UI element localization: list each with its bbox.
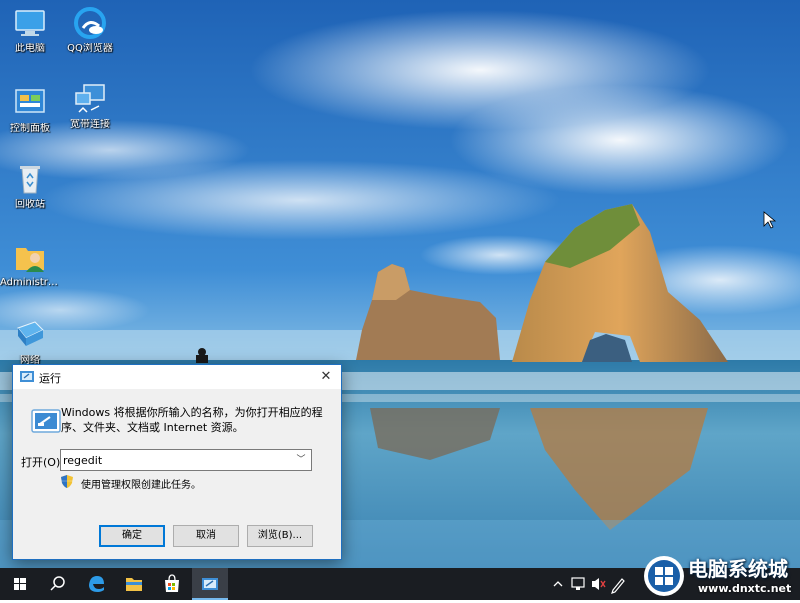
computer-icon — [13, 6, 47, 40]
run-app-icon — [31, 409, 61, 433]
desktop-icon-qq-browser[interactable]: QQ浏览器 — [60, 6, 120, 55]
chevron-down-icon[interactable]: ﹀ — [293, 450, 309, 470]
edge-icon — [89, 576, 104, 592]
run-dialog: 运行 ✕ Windows 将根据你所输入的名称，为你打开相应的程序、文件夹、文档… — [12, 364, 342, 560]
qq-browser-icon — [73, 6, 107, 40]
network-tray-button[interactable] — [568, 568, 588, 600]
desktop-icon-administrator[interactable]: Administra... — [0, 240, 60, 289]
open-input[interactable] — [63, 451, 289, 469]
browse-button[interactable]: 浏览(B)... — [247, 525, 313, 547]
volume-tray-button[interactable] — [588, 568, 608, 600]
desktop-icon-label: QQ浏览器 — [67, 43, 113, 54]
run-dialog-titlebar[interactable]: 运行 ✕ — [13, 365, 341, 389]
close-icon: ✕ — [320, 369, 332, 384]
run-app-icon — [20, 371, 34, 382]
network-tray-icon — [571, 577, 585, 590]
watermark-text: 电脑系统城 — [688, 557, 788, 581]
search-icon — [50, 576, 65, 591]
desktop-icon-broadband[interactable]: 宽带连接 — [60, 82, 120, 131]
store-icon — [165, 574, 179, 592]
admin-note: 使用管理权限创建此任务。 — [81, 480, 201, 491]
file-explorer-button[interactable] — [116, 568, 152, 600]
start-button[interactable] — [2, 568, 38, 600]
run-app-icon — [202, 578, 218, 590]
store-button[interactable] — [154, 568, 190, 600]
desktop-icon-control-panel[interactable]: 控制面板 — [0, 86, 60, 135]
pen-tray-button[interactable] — [608, 568, 628, 600]
desktop-icon-label: 此电脑 — [15, 43, 45, 54]
pen-icon — [611, 578, 625, 594]
desktop-icon-label: 宽带连接 — [70, 119, 110, 130]
control-panel-icon — [13, 86, 47, 120]
desktop-icon-label: Administra... — [0, 277, 60, 288]
desktop-icon-label: 控制面板 — [10, 123, 50, 134]
watermark-url: www.dnxtc.net — [698, 582, 792, 595]
desktop-icon-label: 回收站 — [15, 199, 45, 210]
start-icon — [14, 578, 26, 590]
file-explorer-icon — [126, 578, 142, 591]
show-hidden-icons-button[interactable] — [548, 568, 568, 600]
desktop-icon-network[interactable]: 网络 — [0, 318, 60, 367]
run-taskbar-button[interactable] — [192, 568, 228, 600]
chevron-up-icon — [553, 581, 563, 587]
search-button[interactable] — [40, 568, 76, 600]
open-combobox[interactable]: ﹀ — [60, 449, 312, 471]
network-icon — [13, 318, 47, 352]
uac-shield-icon — [61, 475, 73, 488]
run-dialog-title: 运行 — [39, 372, 61, 385]
desktop-icon-this-pc[interactable]: 此电脑 — [0, 6, 60, 55]
open-label: 打开(O): — [21, 456, 64, 469]
recycle-bin-icon — [13, 162, 47, 196]
ok-button[interactable]: 确定 — [99, 525, 165, 547]
volume-muted-icon — [592, 578, 606, 590]
desktop-icon-recycle-bin[interactable]: 回收站 — [0, 162, 60, 211]
user-folder-icon — [13, 240, 47, 274]
run-dialog-description: Windows 将根据你所输入的名称，为你打开相应的程序、文件夹、文档或 Int… — [61, 406, 323, 434]
close-button[interactable]: ✕ — [311, 365, 341, 389]
cancel-button[interactable]: 取消 — [173, 525, 239, 547]
broadband-connection-icon — [73, 82, 107, 116]
edge-button[interactable] — [78, 568, 114, 600]
